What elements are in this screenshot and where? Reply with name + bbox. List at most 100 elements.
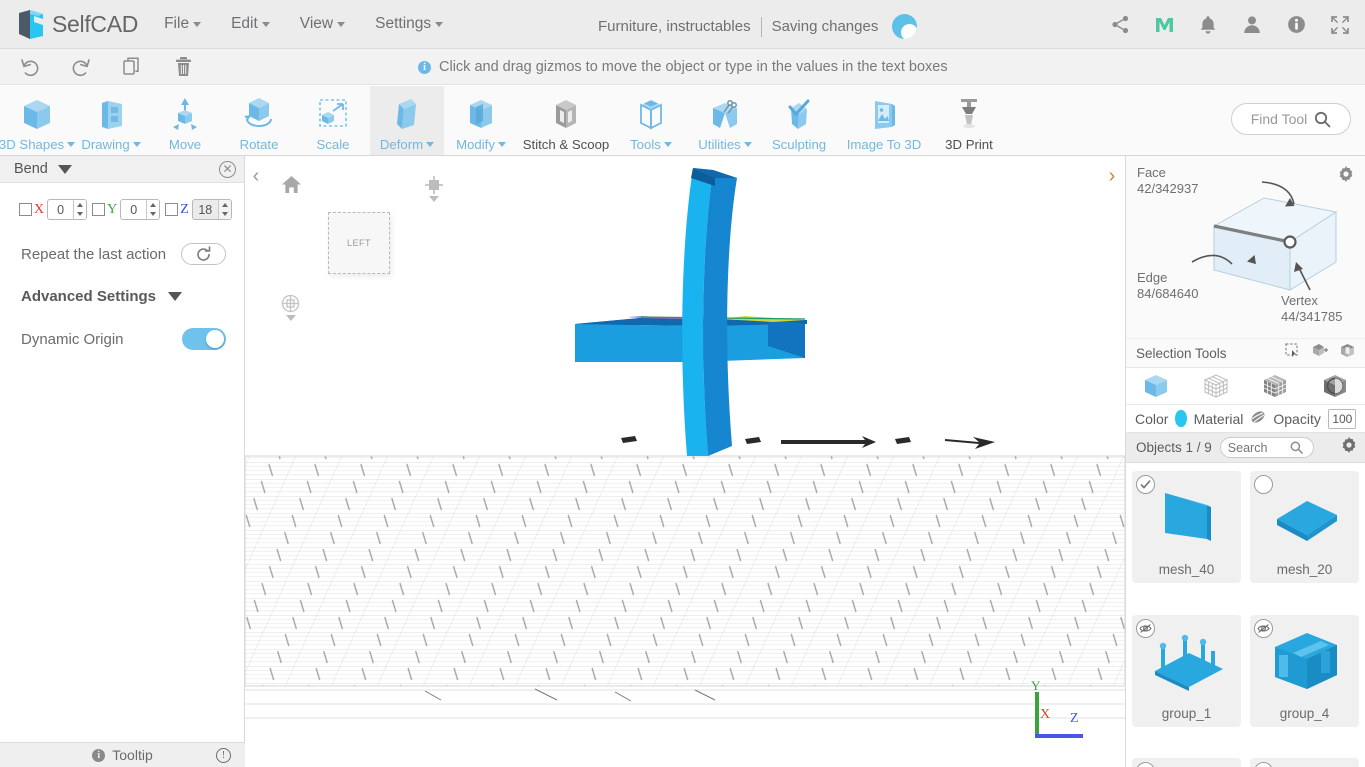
stepper-up-button[interactable] xyxy=(147,200,160,210)
stepper-up-button[interactable] xyxy=(218,200,231,210)
selfcad-app: SelfCAD File Edit View Settings Furnitur… xyxy=(0,0,1365,767)
find-tool-search[interactable]: Find Tool xyxy=(1231,103,1351,135)
3d-print-icon xyxy=(947,93,991,137)
edge-mode-icon[interactable] xyxy=(1321,372,1349,400)
expand-right-panel-icon[interactable]: › xyxy=(1103,164,1121,188)
close-icon[interactable]: ✕ xyxy=(219,160,236,178)
tool-3d-print[interactable]: 3D Print xyxy=(932,86,1006,155)
tool-3d-shapes[interactable]: 3D Shapes xyxy=(0,86,76,155)
refresh-icon xyxy=(197,245,211,261)
stitch-scoop-icon xyxy=(544,93,588,137)
eye-slash-icon[interactable] xyxy=(1254,618,1273,638)
tool-deform[interactable]: Deform xyxy=(370,86,444,155)
objects-settings-gear-icon[interactable] xyxy=(1341,437,1357,458)
objects-header: Objects 1 / 9 xyxy=(1126,433,1365,463)
stepper-down-button[interactable] xyxy=(74,209,87,219)
object-card-mesh-40[interactable]: mesh_40 xyxy=(1132,471,1241,583)
info-icon[interactable] xyxy=(1285,14,1307,36)
object-card-partial-1[interactable] xyxy=(1132,758,1241,767)
delete-button[interactable] xyxy=(171,55,195,79)
redo-button[interactable] xyxy=(69,55,93,79)
user-account-icon[interactable] xyxy=(1241,14,1263,36)
tool-modify[interactable]: Modify xyxy=(444,86,518,155)
axis-x-checkbox[interactable] xyxy=(19,203,32,216)
objects-list[interactable]: mesh_40 mesh_20 group_1 group_4 xyxy=(1126,463,1365,767)
tool-stitch-scoop[interactable]: Stitch & Scoop xyxy=(518,86,614,155)
eye-slash-icon[interactable] xyxy=(1136,618,1155,638)
chevron-down-icon[interactable] xyxy=(57,164,72,174)
utilities-icon xyxy=(703,93,747,137)
share-icon[interactable] xyxy=(1109,14,1131,36)
menu-edit[interactable]: Edit xyxy=(231,15,270,33)
copy-button[interactable] xyxy=(120,55,144,79)
box-selection-icon[interactable] xyxy=(1340,343,1355,363)
axis-z-checkbox[interactable] xyxy=(165,203,179,216)
rectangle-select-icon[interactable] xyxy=(1285,343,1300,363)
collapse-left-panel-icon[interactable]: ‹ xyxy=(247,164,265,188)
snap-grid-icon[interactable] xyxy=(281,294,300,321)
tool-label: Scale xyxy=(317,137,350,152)
axis-y-input[interactable] xyxy=(121,200,147,219)
undo-button[interactable] xyxy=(18,55,42,79)
opacity-input[interactable] xyxy=(1328,409,1355,428)
objects-scrollbar[interactable] xyxy=(1359,463,1364,767)
tool-sculpting[interactable]: Sculpting xyxy=(762,86,836,155)
model-cross-shape[interactable] xyxy=(575,168,807,456)
stepper-down-button[interactable] xyxy=(218,209,231,219)
color-swatch[interactable] xyxy=(1175,410,1187,427)
menu-file[interactable]: File xyxy=(164,15,202,33)
tool-utilities[interactable]: Utilities xyxy=(688,86,762,155)
vertex-count-info: Vertex 44/341785 xyxy=(1281,293,1342,325)
face-mode-icon[interactable] xyxy=(1261,372,1289,400)
add-selection-icon[interactable] xyxy=(1312,343,1328,363)
menu-settings[interactable]: Settings xyxy=(375,15,444,33)
axis-group-x: X xyxy=(19,199,92,220)
caret-up-icon xyxy=(150,202,157,207)
object-mode-icon[interactable] xyxy=(1142,372,1170,400)
tool-move[interactable]: Move xyxy=(148,86,222,155)
tool-scale[interactable]: Scale xyxy=(296,86,370,155)
move-gizmo-markers[interactable] xyxy=(621,436,995,449)
search-input[interactable] xyxy=(1227,440,1286,455)
axis-y-stepper[interactable] xyxy=(120,199,161,220)
axis-z-stepper[interactable] xyxy=(191,199,232,220)
view-orientation-cube[interactable]: LEFT xyxy=(328,212,390,274)
stepper-up-button[interactable] xyxy=(74,200,87,210)
vertex-mode-icon[interactable] xyxy=(1202,372,1230,400)
object-card-group-1[interactable]: group_1 xyxy=(1132,614,1241,727)
visibility-check-icon[interactable] xyxy=(1136,475,1155,494)
opacity-label: Opacity xyxy=(1273,410,1321,427)
object-card-group-4[interactable]: group_4 xyxy=(1250,614,1359,727)
view-square-icon[interactable] xyxy=(425,176,443,202)
opacity-stepper[interactable] xyxy=(1327,408,1356,429)
advanced-settings-row[interactable]: Advanced Settings xyxy=(0,288,244,305)
menu-view[interactable]: View xyxy=(300,15,346,33)
material-icon[interactable] xyxy=(1250,409,1266,428)
tool-rotate[interactable]: Rotate xyxy=(222,86,296,155)
home-view-icon[interactable] xyxy=(281,175,302,199)
3d-viewport[interactable]: ‹ › LEFT Y X Z xyxy=(245,156,1125,767)
tools-icon xyxy=(629,93,673,137)
notifications-bell-icon[interactable] xyxy=(1197,14,1219,36)
dynamic-origin-toggle[interactable] xyxy=(182,328,226,350)
axis-y-checkbox[interactable] xyxy=(92,203,106,216)
repeat-action-button[interactable] xyxy=(181,243,226,265)
tool-label: Tools xyxy=(630,137,672,152)
tool-drawing[interactable]: Drawing xyxy=(74,86,148,155)
axis-z-input[interactable] xyxy=(192,200,218,219)
objects-search[interactable] xyxy=(1219,437,1314,458)
tool-image-to-3d[interactable]: Image To 3D xyxy=(836,86,932,155)
axis-x-stepper[interactable] xyxy=(47,199,88,220)
object-card-partial-2[interactable] xyxy=(1250,758,1359,767)
fullscreen-icon[interactable] xyxy=(1329,14,1351,36)
axis-group-y: Y xyxy=(92,199,165,220)
brand-m-icon[interactable] xyxy=(1153,14,1175,36)
axis-x-input[interactable] xyxy=(48,200,74,219)
stepper-down-button[interactable] xyxy=(147,209,160,219)
help-icon[interactable]: ! xyxy=(216,747,231,763)
chevron-down-icon[interactable] xyxy=(168,292,183,301)
tool-tools[interactable]: Tools xyxy=(614,86,688,155)
object-card-mesh-20[interactable]: mesh_20 xyxy=(1250,471,1359,583)
app-logo[interactable]: SelfCAD xyxy=(0,9,138,40)
visibility-circle-icon[interactable] xyxy=(1254,475,1273,494)
